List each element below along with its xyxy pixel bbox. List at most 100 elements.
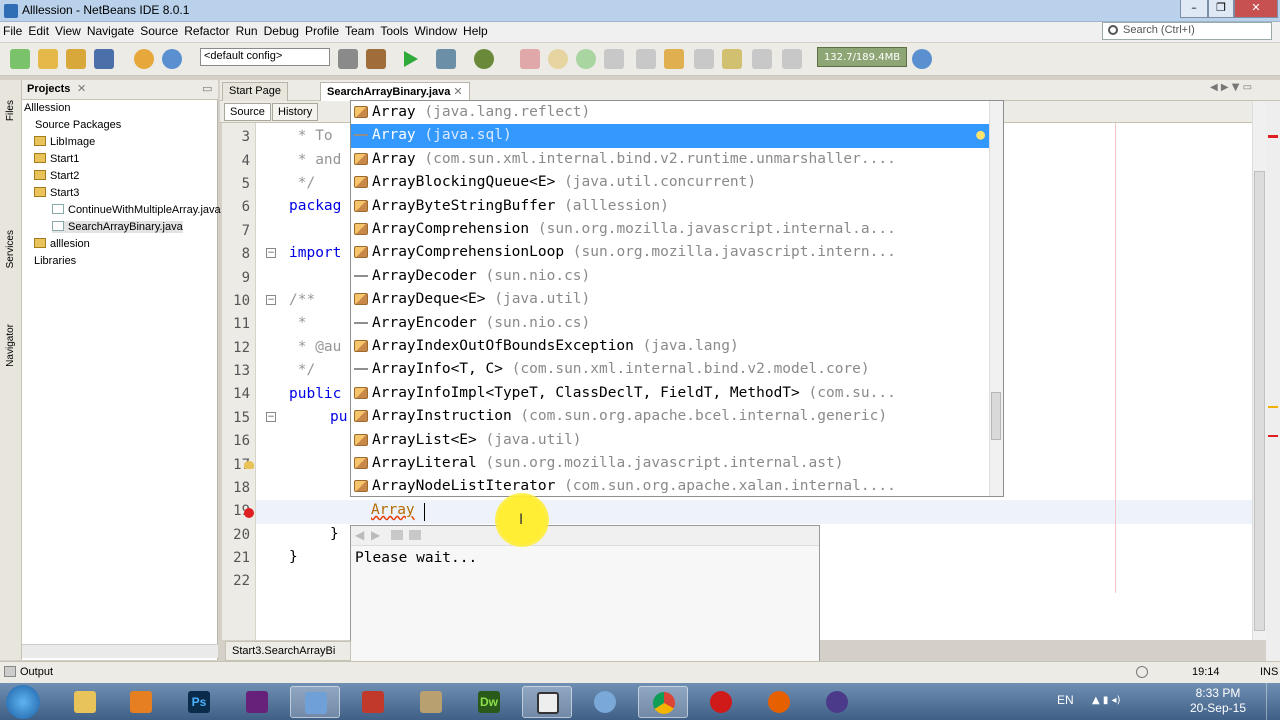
gc-icon[interactable]	[912, 49, 932, 69]
completion-item-selected[interactable]: Array (java.sql) ●	[351, 124, 989, 148]
completion-item[interactable]: ArrayDeque<E> (java.util)	[351, 288, 989, 311]
completion-item[interactable]: ArrayList<E> (java.util)	[351, 429, 989, 452]
tree-item-libraries[interactable]: Libraries	[34, 255, 76, 267]
show-desktop-button[interactable]	[1266, 683, 1280, 720]
taskbar-network[interactable]	[580, 686, 630, 718]
profile-icon[interactable]	[474, 49, 494, 69]
taskbar-window[interactable]	[522, 686, 572, 718]
completion-item[interactable]: ArrayInfo<T, C> (com.sun.xml.internal.bi…	[351, 358, 989, 381]
menu-debug[interactable]: Debug	[261, 22, 302, 40]
tree-item-source-packages[interactable]: Source Packages	[35, 119, 121, 131]
close-tab-icon[interactable]: ✕	[453, 86, 462, 98]
navigator-tab[interactable]: Navigator	[5, 324, 16, 367]
completion-item[interactable]: ArrayEncoder (sun.nio.cs)	[351, 312, 989, 335]
completion-item[interactable]: ArrayInstruction (com.sun.org.apache.bce…	[351, 405, 989, 428]
completion-item[interactable]: ArrayIndexOutOfBoundsException (java.lan…	[351, 335, 989, 358]
completion-item[interactable]: ArrayComprehensionLoop (sun.org.mozilla.…	[351, 241, 989, 264]
taskbar-opera[interactable]	[696, 686, 746, 718]
fold-icon[interactable]: −	[266, 295, 276, 305]
menu-run[interactable]: Run	[233, 22, 261, 40]
step-into-icon[interactable]	[636, 49, 656, 69]
menu-window[interactable]: Window	[411, 22, 460, 40]
menu-edit[interactable]: Edit	[25, 22, 52, 40]
navigator-breadcrumb[interactable]: Start3.SearchArrayBi	[225, 641, 351, 661]
taskbar-dreamweaver[interactable]: Dw	[464, 686, 514, 718]
redo-icon[interactable]	[162, 49, 182, 69]
completion-item[interactable]: Array (java.lang.reflect)	[351, 101, 989, 124]
taskbar-photoshop[interactable]: Ps	[174, 686, 224, 718]
new-project-icon[interactable]	[38, 49, 58, 69]
taskbar-explorer[interactable]	[60, 686, 110, 718]
step-over-icon[interactable]	[604, 49, 624, 69]
start-button-icon[interactable]	[6, 685, 40, 719]
tree-item-continue-file[interactable]: ContinueWithMultipleArray.java	[52, 204, 221, 216]
completion-scroll-thumb[interactable]	[991, 392, 1001, 440]
notifications-icon[interactable]	[1136, 666, 1148, 678]
tree-item-start3[interactable]: Start3	[34, 187, 79, 199]
menu-source[interactable]: Source	[137, 22, 181, 40]
menu-refactor[interactable]: Refactor	[181, 22, 232, 40]
close-button[interactable]: ✕	[1234, 0, 1278, 18]
taskbar-netbeans[interactable]	[290, 686, 340, 718]
error-icon[interactable]	[244, 508, 254, 518]
menu-view[interactable]: View	[52, 22, 84, 40]
tree-item-project[interactable]: Alllession	[24, 102, 70, 114]
files-tab[interactable]: Files	[5, 100, 16, 121]
taskbar-tools[interactable]	[406, 686, 456, 718]
menu-help[interactable]: Help	[460, 22, 491, 40]
completion-item[interactable]: ArrayNodeListIterator (com.sun.org.apach…	[351, 475, 989, 498]
completion-item[interactable]: ArrayDecoder (sun.nio.cs)	[351, 265, 989, 288]
tab-start-page[interactable]: Start Page	[222, 82, 288, 101]
completion-item[interactable]: ArrayLiteral (sun.org.mozilla.javascript…	[351, 452, 989, 475]
typed-text[interactable]: Array	[371, 502, 415, 518]
continue-icon[interactable]	[576, 49, 596, 69]
menu-file[interactable]: File	[0, 22, 25, 40]
screenshot-icon[interactable]	[782, 49, 802, 69]
editor-scroll-thumb[interactable]	[1254, 171, 1265, 631]
go-to-source-icon[interactable]	[409, 530, 421, 540]
config-select[interactable]: <default config>	[200, 48, 330, 66]
undo-icon[interactable]	[134, 49, 154, 69]
apply-changes-icon[interactable]	[722, 49, 742, 69]
maximize-button[interactable]: ❐	[1208, 0, 1234, 18]
tree-item-search-file[interactable]: SearchArrayBinary.java	[52, 221, 183, 233]
tree-item-start2[interactable]: Start2	[34, 170, 79, 182]
completion-item[interactable]: ArrayByteStringBuffer (alllession)	[351, 195, 989, 218]
forward-icon[interactable]: ▶	[371, 528, 380, 542]
menu-tools[interactable]: Tools	[377, 22, 411, 40]
taskbar-firefox[interactable]	[754, 686, 804, 718]
run-to-cursor-icon[interactable]	[694, 49, 714, 69]
taskbar-chrome[interactable]	[638, 686, 688, 718]
close-icon[interactable]: ✕	[77, 82, 86, 95]
taskbar-visual-studio[interactable]	[232, 686, 282, 718]
run-icon[interactable]	[404, 51, 418, 67]
step-out-icon[interactable]	[664, 49, 684, 69]
new-file-icon[interactable]	[10, 49, 30, 69]
menu-navigate[interactable]: Navigate	[84, 22, 137, 40]
memory-indicator[interactable]: 132.7/189.4MB	[817, 47, 907, 67]
menu-team[interactable]: Team	[342, 22, 377, 40]
completion-item[interactable]: ArrayComprehension (sun.org.mozilla.java…	[351, 218, 989, 241]
save-all-icon[interactable]	[94, 49, 114, 69]
language-indicator[interactable]: EN	[1057, 693, 1074, 707]
debug-icon[interactable]	[436, 49, 456, 69]
stop-icon[interactable]	[520, 49, 540, 69]
minimize-panel-icon[interactable]: ▭	[202, 82, 212, 95]
projects-scrollbar[interactable]	[22, 644, 218, 658]
fold-icon[interactable]: −	[266, 248, 276, 258]
services-tab[interactable]: Services	[5, 230, 16, 268]
history-button[interactable]: History	[272, 103, 319, 121]
error-marker[interactable]	[1268, 135, 1278, 138]
tab-nav-icons[interactable]: ◀ ▶ ▼ ▭	[1210, 82, 1276, 98]
minimize-button[interactable]: –	[1180, 0, 1208, 18]
open-browser-icon[interactable]	[391, 530, 403, 540]
taskbar-eclipse[interactable]	[812, 686, 862, 718]
taskbar-media-player[interactable]	[116, 686, 166, 718]
tray-icons[interactable]: ▲ ▮ ◂)	[1092, 695, 1120, 706]
error-marker[interactable]	[1268, 435, 1278, 437]
source-button[interactable]: Source	[224, 103, 271, 121]
tab-search-array-binary[interactable]: SearchArrayBinary.java ✕	[320, 82, 470, 101]
fold-icon[interactable]: −	[266, 412, 276, 422]
clean-build-icon[interactable]	[366, 49, 386, 69]
system-clock[interactable]: 8:33 PM 20-Sep-15	[1190, 686, 1246, 716]
